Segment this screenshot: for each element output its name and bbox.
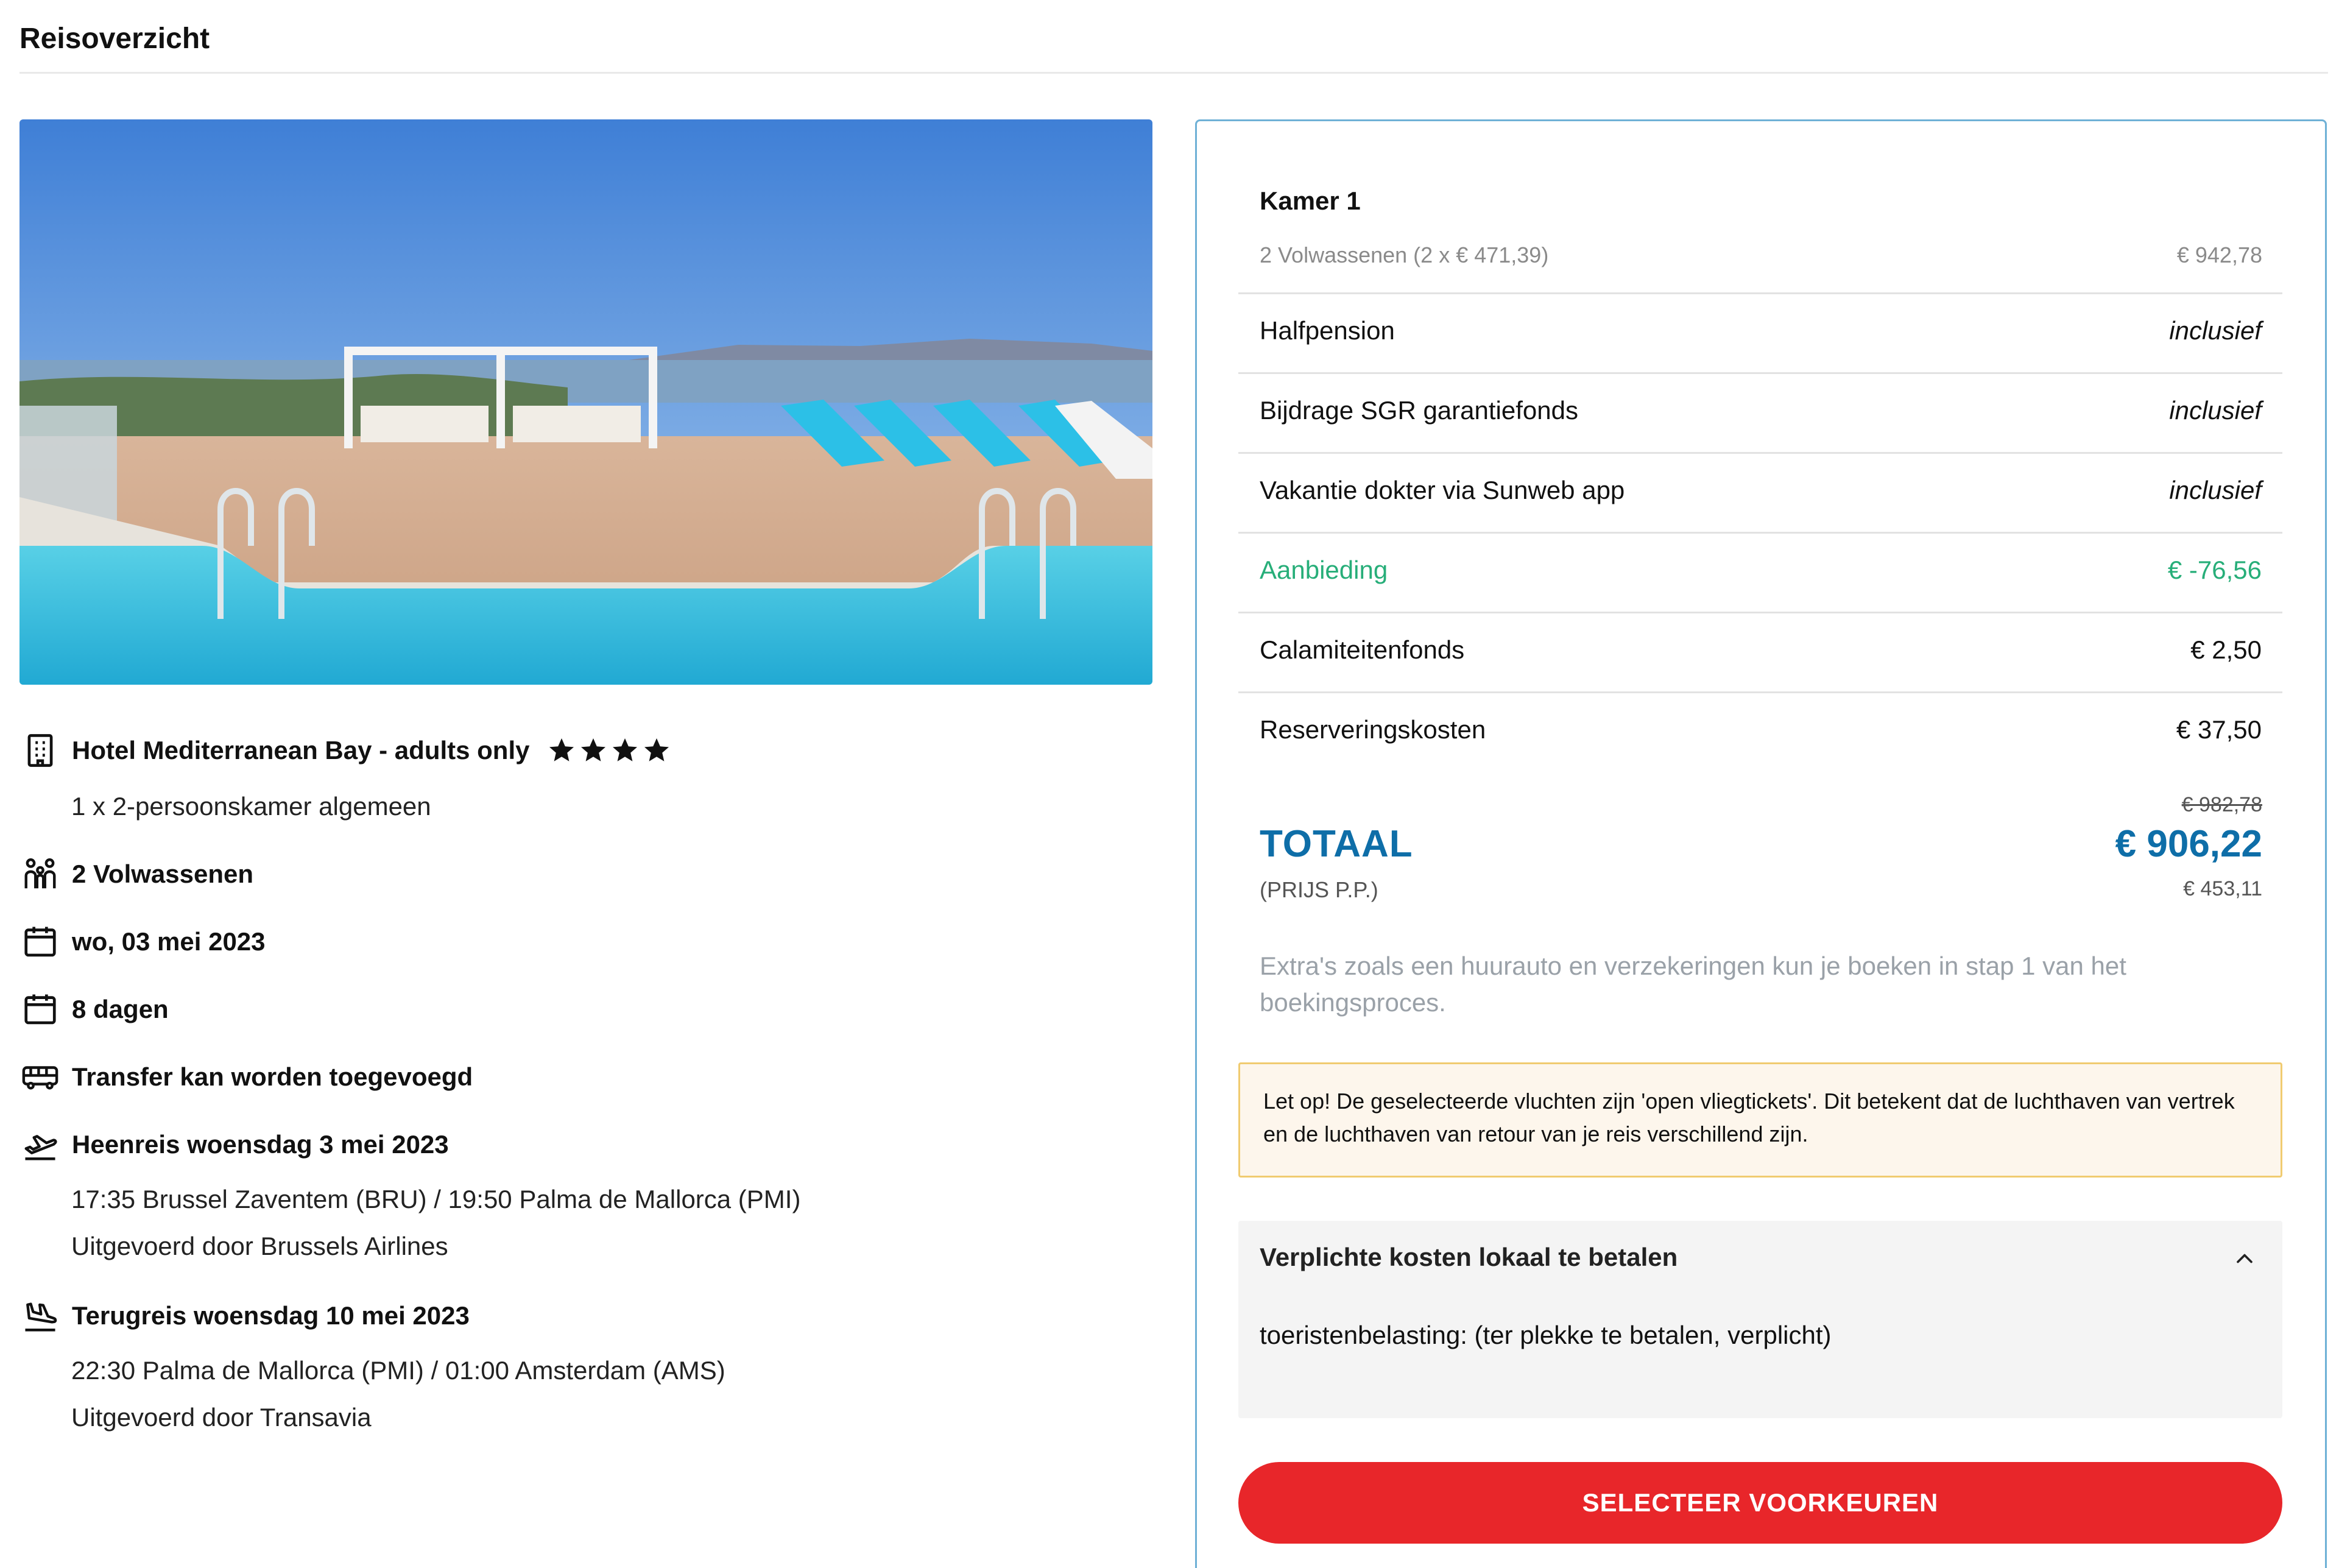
price-line-label: Bijdrage SGR garantiefonds bbox=[1260, 396, 1578, 425]
star-icon bbox=[549, 738, 574, 761]
price-line-offer: Aanbieding € -76,56 bbox=[1238, 532, 2282, 612]
travellers-line: 2 Volwassenen bbox=[19, 853, 253, 895]
room-title: Kamer 1 bbox=[1260, 186, 1361, 215]
return-title: Terugreis woensdag 10 mei 2023 bbox=[72, 1301, 470, 1330]
old-total-price: € 982,78 bbox=[2181, 793, 2262, 816]
bus-icon bbox=[19, 1056, 61, 1098]
date-line: wo, 03 mei 2023 bbox=[19, 921, 266, 962]
price-line-label: Vakantie dokter via Sunweb app bbox=[1260, 476, 1625, 504]
price-line-label: Reserveringskosten bbox=[1260, 715, 1486, 744]
duration-line: 8 dagen bbox=[19, 989, 169, 1030]
outbound-route: 17:35 Brussel Zaventem (BRU) / 19:50 Pal… bbox=[71, 1185, 801, 1213]
outbound-carrier: Uitgevoerd door Brussels Airlines bbox=[71, 1232, 448, 1260]
page-title: Reisoverzicht bbox=[19, 23, 210, 55]
total-label: TOTAAL bbox=[1260, 823, 1413, 865]
hotel-photo[interactable] bbox=[19, 119, 1152, 685]
return-route: 22:30 Palma de Mallorca (PMI) / 01:00 Am… bbox=[71, 1356, 725, 1385]
price-line-value: inclusief bbox=[2169, 476, 2262, 504]
star-icon bbox=[612, 738, 637, 761]
price-line-sgr: Bijdrage SGR garantiefonds inclusief bbox=[1238, 372, 2282, 452]
open-tickets-warning: Let op! De geselecteerde vluchten zijn '… bbox=[1238, 1062, 2282, 1178]
rooftop-pool-photo bbox=[19, 119, 1152, 685]
price-line-reserveringskosten: Reserveringskosten € 37,50 bbox=[1238, 691, 2282, 771]
local-costs-toggle[interactable]: Verplichte kosten lokaal te betalen bbox=[1260, 1243, 1678, 1272]
price-line-calamiteitenfonds: Calamiteitenfonds € 2,50 bbox=[1238, 612, 2282, 691]
price-line-label: Calamiteitenfonds bbox=[1260, 635, 1465, 664]
price-line-value: € -76,56 bbox=[2167, 556, 2262, 584]
hotel-line: Hotel Mediterranean Bay - adults only bbox=[19, 730, 671, 771]
people-icon bbox=[19, 853, 61, 895]
room-type: 1 x 2-persoonskamer algemeen bbox=[71, 792, 431, 821]
plane-arrival-icon bbox=[19, 1295, 61, 1337]
transfer-line: Transfer kan worden toegevoegd bbox=[19, 1056, 473, 1098]
hotel-name[interactable]: Hotel Mediterranean Bay - adults only bbox=[72, 736, 530, 765]
outbound-title: Heenreis woensdag 3 mei 2023 bbox=[72, 1130, 449, 1159]
total-price: € 906,22 bbox=[2115, 823, 2262, 865]
calendar-icon bbox=[19, 989, 61, 1030]
room-occupancy: 2 Volwassenen (2 x € 471,39) bbox=[1260, 242, 1549, 267]
chevron-up-icon[interactable] bbox=[2231, 1245, 2258, 1272]
travellers-text: 2 Volwassenen bbox=[72, 860, 254, 888]
return-line: Terugreis woensdag 10 mei 2023 bbox=[19, 1295, 470, 1337]
warning-text: Let op! De geselecteerde vluchten zijn '… bbox=[1263, 1089, 2235, 1146]
building-icon bbox=[19, 730, 61, 771]
local-costs-body: toeristenbelasting: (ter plekke te betal… bbox=[1260, 1321, 1832, 1349]
room-price: € 942,78 bbox=[2176, 242, 2262, 267]
departure-date: wo, 03 mei 2023 bbox=[72, 927, 266, 956]
outbound-line: Heenreis woensdag 3 mei 2023 bbox=[19, 1124, 449, 1165]
per-person-price: € 453,11 bbox=[2183, 877, 2262, 900]
price-line-value: inclusief bbox=[2169, 396, 2262, 425]
star-icon bbox=[580, 738, 605, 761]
price-line-value: € 37,50 bbox=[2176, 715, 2262, 744]
transfer-text: Transfer kan worden toegevoegd bbox=[72, 1062, 473, 1091]
duration-text: 8 dagen bbox=[72, 995, 169, 1023]
select-preferences-button[interactable]: SELECTEER VOORKEUREN bbox=[1238, 1462, 2282, 1544]
star-rating bbox=[547, 736, 671, 765]
title-divider bbox=[19, 72, 2328, 74]
price-line-halfpension: Halfpension inclusief bbox=[1238, 292, 2282, 372]
extras-note: Extra's zoals een huurauto en verzekerin… bbox=[1260, 952, 2126, 1017]
price-line-label: Aanbieding bbox=[1260, 556, 1388, 584]
price-line-label: Halfpension bbox=[1260, 316, 1395, 345]
per-person-label: (PRIJS P.P.) bbox=[1260, 877, 1378, 902]
price-line-value: inclusief bbox=[2169, 316, 2262, 345]
price-line-value: € 2,50 bbox=[2190, 635, 2262, 664]
plane-departure-icon bbox=[19, 1124, 61, 1165]
return-carrier: Uitgevoerd door Transavia bbox=[71, 1403, 372, 1432]
price-line-vakantie-dokter: Vakantie dokter via Sunweb app inclusief bbox=[1238, 452, 2282, 532]
local-costs-panel: Verplichte kosten lokaal te betalen toer… bbox=[1238, 1221, 2282, 1418]
star-icon bbox=[644, 738, 669, 761]
calendar-icon bbox=[19, 921, 61, 962]
